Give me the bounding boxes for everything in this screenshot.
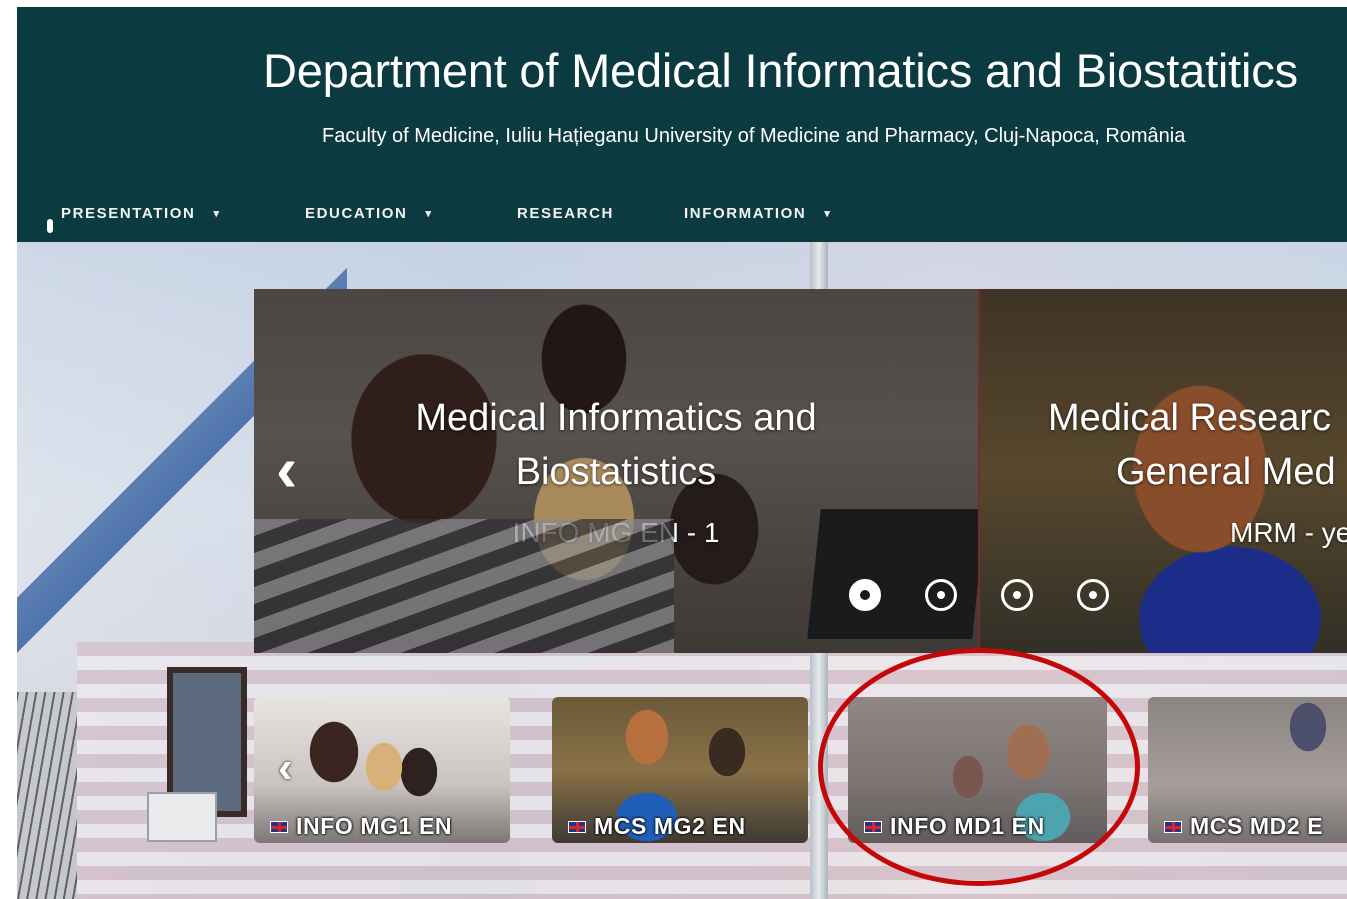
thumbnail-label: MCS MD2 E bbox=[1190, 813, 1324, 839]
carousel-dot[interactable] bbox=[1077, 579, 1109, 611]
nav-item-label: EDUCATION bbox=[305, 205, 408, 222]
nav-item-label: INFORMATION bbox=[684, 205, 807, 222]
page-subtitle: Faculty of Medicine, Iuliu Hațieganu Uni… bbox=[322, 125, 1186, 147]
annotation-circle bbox=[818, 648, 1140, 886]
site-header: Department of Medical Informatics and Bi… bbox=[17, 7, 1347, 242]
page-title: Department of Medical Informatics and Bi… bbox=[263, 44, 1298, 97]
nav-item-label: PRESENTATION bbox=[61, 205, 196, 222]
uk-flag-icon bbox=[270, 820, 288, 833]
carousel-dot[interactable] bbox=[1001, 579, 1033, 611]
slide-subtitle: INFO MG EN - 1 bbox=[512, 517, 720, 548]
text-cursor-icon bbox=[47, 219, 53, 233]
thumbnail-label: INFO MG1 EN bbox=[296, 813, 453, 839]
thumbnail-mcs-md2-en[interactable]: MCS MD2 E bbox=[1148, 697, 1347, 843]
main-carousel: Medical Informatics and Biostatistics IN… bbox=[254, 289, 1347, 653]
chevron-down-icon: ▾ bbox=[213, 208, 221, 220]
chevron-down-icon: ▾ bbox=[425, 208, 433, 220]
nav-item-research[interactable]: RESEARCH bbox=[517, 205, 614, 222]
thumbnail-info-mg1-en[interactable]: ‹ INFO MG1 EN bbox=[254, 697, 510, 843]
slide-title: Medical Researc General Med bbox=[1048, 397, 1336, 493]
thumbnail-prev-arrow-icon[interactable]: ‹ bbox=[278, 743, 293, 793]
nav-item-presentation[interactable]: PRESENTATION ▾ bbox=[61, 205, 221, 222]
thumbnail-label: MCS MG2 EN bbox=[594, 813, 746, 839]
main-nav: PRESENTATION ▾ EDUCATION ▾ RESEARCH INFO… bbox=[17, 205, 1347, 235]
slide-subtitle: MRM - ye bbox=[1230, 517, 1347, 548]
chevron-down-icon: ▾ bbox=[824, 208, 832, 220]
thumbnail-mcs-mg2-en[interactable]: MCS MG2 EN bbox=[552, 697, 808, 843]
uk-flag-icon bbox=[1164, 820, 1182, 833]
nav-item-education[interactable]: EDUCATION ▾ bbox=[305, 205, 433, 222]
nav-item-label: RESEARCH bbox=[517, 205, 614, 222]
nav-item-information[interactable]: INFORMATION ▾ bbox=[684, 205, 831, 222]
carousel-dots bbox=[849, 579, 1109, 611]
slide-title: Medical Informatics and Biostatistics bbox=[415, 397, 817, 493]
uk-flag-icon bbox=[568, 820, 586, 833]
carousel-prev-arrow-icon[interactable]: ‹ bbox=[276, 437, 326, 501]
carousel-dot[interactable] bbox=[849, 579, 881, 611]
carousel-dot[interactable] bbox=[925, 579, 957, 611]
